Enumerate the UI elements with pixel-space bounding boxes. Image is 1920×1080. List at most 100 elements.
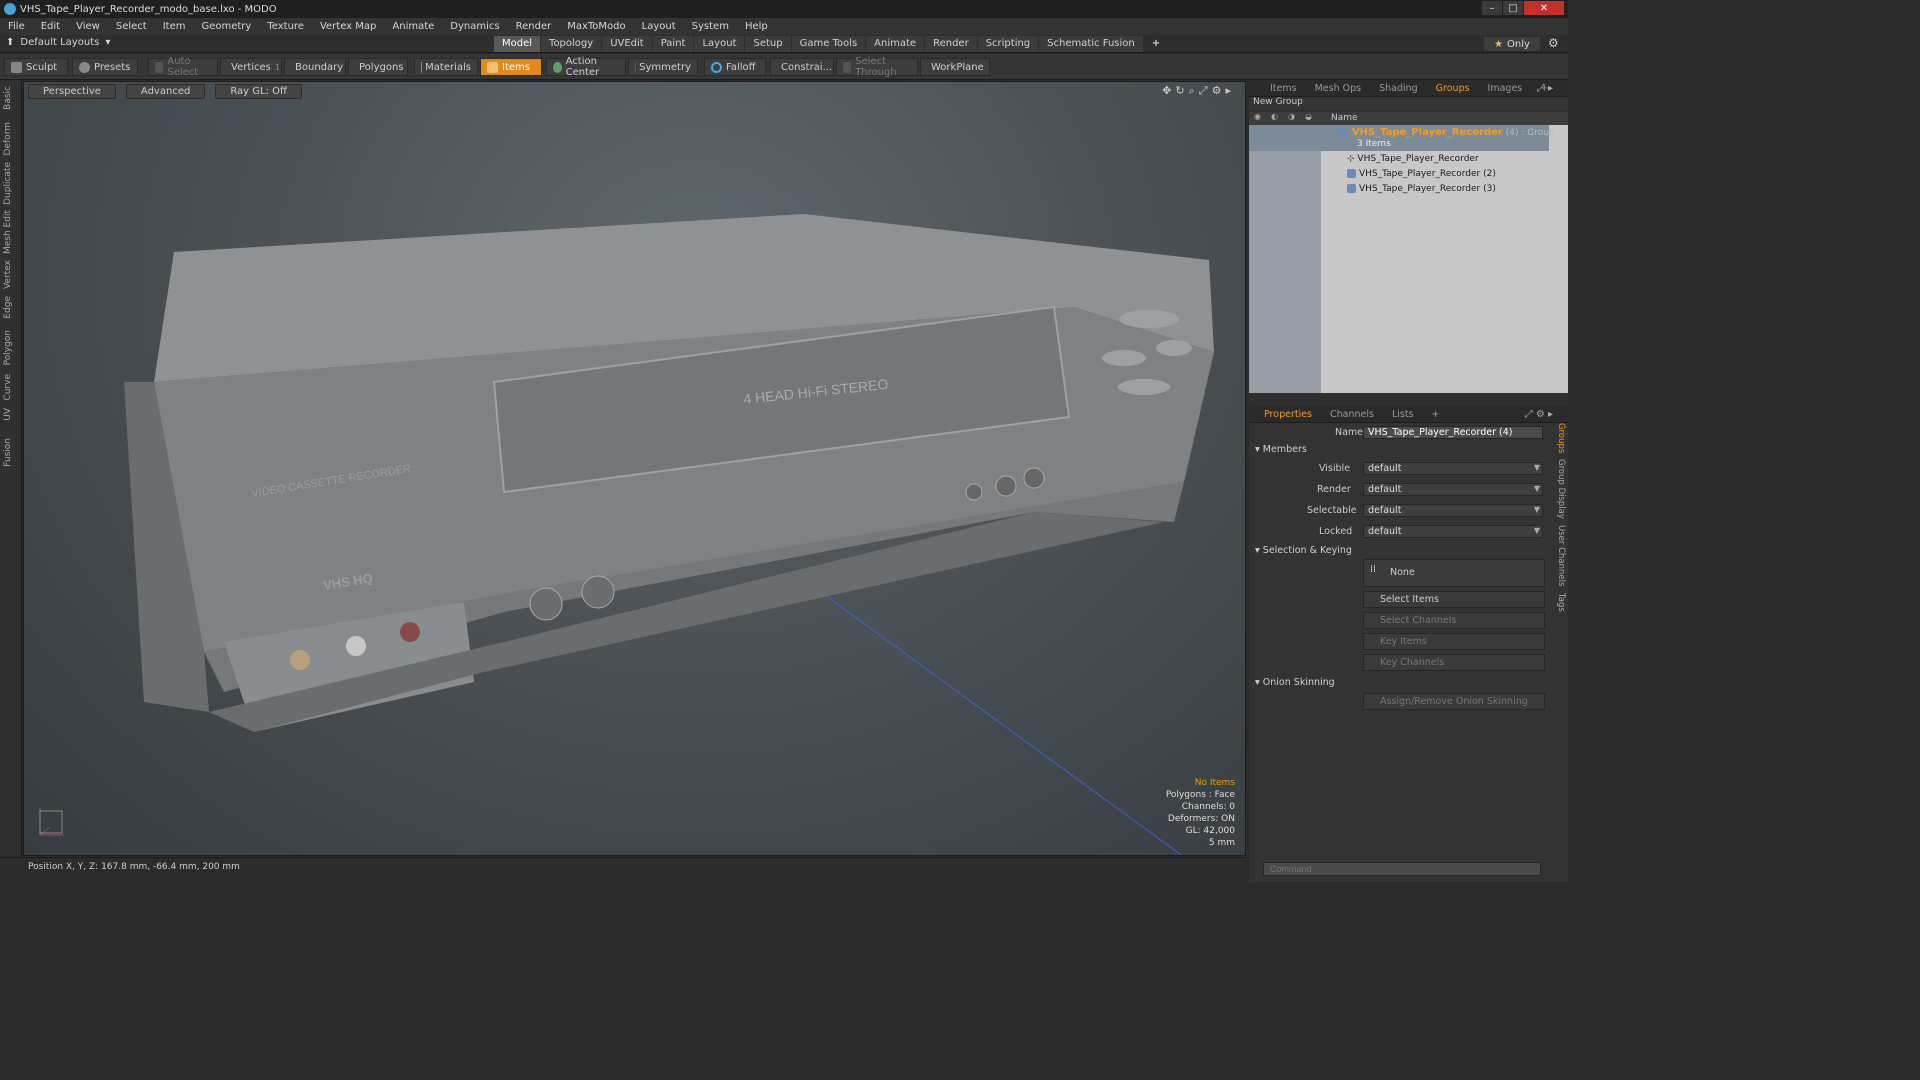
name-column-header[interactable]: Name bbox=[1331, 113, 1358, 123]
tab-schematic-fusion[interactable]: Schematic Fusion bbox=[1039, 36, 1143, 52]
auto-select-button[interactable]: Auto Select bbox=[148, 56, 218, 78]
render-icon[interactable]: ◐ bbox=[1266, 112, 1283, 125]
boundary-button[interactable]: Boundary bbox=[284, 58, 346, 76]
left-tab-deform[interactable]: Deform bbox=[3, 122, 13, 155]
menu-edit[interactable]: Edit bbox=[33, 21, 68, 32]
layout-up-icon[interactable]: ⬆ bbox=[6, 37, 14, 48]
minimize-icon[interactable]: – bbox=[1482, 1, 1502, 15]
tab-setup[interactable]: Setup bbox=[745, 36, 791, 52]
vertices-button[interactable]: Vertices 1 bbox=[220, 58, 282, 76]
side-tab-tags[interactable]: Tags bbox=[1552, 593, 1566, 612]
menu-file[interactable]: File bbox=[0, 21, 33, 32]
viewport-gear-icon[interactable]: ⚙ bbox=[1212, 84, 1222, 98]
menu-view[interactable]: View bbox=[68, 21, 108, 32]
tab-layout[interactable]: Layout bbox=[694, 36, 745, 52]
menu-render[interactable]: Render bbox=[508, 21, 560, 32]
tab-images[interactable]: Images bbox=[1479, 83, 1532, 94]
fit-icon[interactable]: ⤢ bbox=[1199, 84, 1208, 98]
select-icon[interactable]: ◑ bbox=[1283, 112, 1300, 125]
tab-animate[interactable]: Animate bbox=[866, 36, 925, 52]
menu-vertex-map[interactable]: Vertex Map bbox=[312, 21, 384, 32]
tab-model[interactable]: Model bbox=[494, 36, 541, 52]
polygons-button[interactable]: Polygons bbox=[348, 58, 408, 76]
left-tab-edge[interactable]: Edge bbox=[3, 296, 13, 319]
new-group-button[interactable]: New Group bbox=[1249, 97, 1568, 110]
presets-button[interactable]: Presets bbox=[72, 58, 138, 76]
group-row[interactable]: VHS_Tape_Player_Recorder (4) : Group bbox=[1337, 127, 1555, 138]
menu-dynamics[interactable]: Dynamics bbox=[442, 21, 507, 32]
workplane-button[interactable]: WorkPlane bbox=[920, 58, 990, 76]
constraints-button[interactable]: Constrai... bbox=[770, 58, 834, 76]
left-tab-basic[interactable]: Basic bbox=[3, 86, 13, 110]
tab-groups[interactable]: Groups bbox=[1427, 83, 1479, 94]
onion-skinning-button[interactable]: Assign/Remove Onion Skinning bbox=[1363, 693, 1545, 710]
layout-dropdown[interactable]: ⬆ Default Layouts ▾ bbox=[6, 37, 110, 48]
render-dropdown[interactable]: default ▼ bbox=[1363, 483, 1543, 496]
3d-viewport[interactable]: Perspective Advanced Ray GL: Off ✥ ↻ ⌕ ⤢… bbox=[23, 81, 1246, 856]
none-button[interactable]: ⁞⁞ None bbox=[1363, 559, 1545, 587]
tab-topology[interactable]: Topology bbox=[541, 36, 602, 52]
lock-icon[interactable]: ◒ bbox=[1300, 112, 1317, 125]
menu-layout[interactable]: Layout bbox=[634, 21, 684, 32]
props-expand-icon[interactable]: ⤢ ⚙ ▸ bbox=[1516, 409, 1562, 420]
left-tab-uv[interactable]: UV bbox=[3, 408, 13, 421]
tree-item-2[interactable]: VHS_Tape_Player_Recorder (2) bbox=[1347, 169, 1496, 179]
menu-system[interactable]: System bbox=[684, 21, 737, 32]
side-tab-group-display[interactable]: Group Display bbox=[1552, 459, 1566, 519]
materials-button[interactable]: Materials bbox=[414, 58, 478, 76]
gear-icon[interactable]: ⚙ bbox=[1548, 36, 1559, 50]
left-tab-vertex[interactable]: Vertex bbox=[3, 260, 13, 289]
menu-animate[interactable]: Animate bbox=[384, 21, 442, 32]
select-items-button[interactable]: Select Items bbox=[1363, 591, 1545, 608]
menu-texture[interactable]: Texture bbox=[259, 21, 312, 32]
onion-skinning-section[interactable]: ▾ Onion Skinning bbox=[1255, 677, 1335, 688]
tree-item-1[interactable]: ⊹ VHS_Tape_Player_Recorder bbox=[1347, 154, 1479, 164]
menu-help[interactable]: Help bbox=[737, 21, 776, 32]
pan-icon[interactable]: ✥ bbox=[1162, 84, 1171, 98]
rotate-icon[interactable]: ↻ bbox=[1175, 84, 1184, 98]
members-section[interactable]: ▾ Members bbox=[1255, 444, 1307, 455]
only-button[interactable]: ★ Only bbox=[1484, 37, 1540, 51]
tab-lists[interactable]: Lists bbox=[1383, 409, 1423, 420]
menu-select[interactable]: Select bbox=[108, 21, 155, 32]
advanced-button[interactable]: Advanced bbox=[125, 84, 206, 99]
command-input[interactable] bbox=[1263, 862, 1541, 876]
menu-geometry[interactable]: Geometry bbox=[193, 21, 259, 32]
left-tab-polygon[interactable]: Polygon bbox=[3, 330, 13, 365]
close-icon[interactable]: ✕ bbox=[1524, 1, 1564, 15]
left-tab-curve[interactable]: Curve bbox=[3, 374, 13, 401]
tab-scripting[interactable]: Scripting bbox=[977, 36, 1039, 52]
name-field[interactable]: VHS_Tape_Player_Recorder (4) bbox=[1363, 426, 1543, 439]
tab-render[interactable]: Render bbox=[925, 36, 977, 52]
perspective-button[interactable]: Perspective bbox=[28, 84, 116, 99]
selectable-dropdown[interactable]: default ▼ bbox=[1363, 504, 1543, 517]
visible-dropdown[interactable]: default ▼ bbox=[1363, 462, 1543, 475]
tab-game-tools[interactable]: Game Tools bbox=[791, 36, 866, 52]
side-tab-groups[interactable]: Groups bbox=[1552, 423, 1566, 453]
sculpt-button[interactable]: Sculpt bbox=[4, 58, 68, 76]
tab-channels[interactable]: Channels bbox=[1321, 409, 1383, 420]
tab-properties[interactable]: Properties bbox=[1255, 409, 1321, 420]
ray-gl-button[interactable]: Ray GL: Off bbox=[215, 84, 302, 99]
key-items-button[interactable]: Key Items bbox=[1363, 633, 1545, 650]
tab-uvedit[interactable]: UVEdit bbox=[602, 36, 652, 52]
items-button[interactable]: Items bbox=[480, 58, 542, 76]
left-tab-fusion[interactable]: Fusion bbox=[3, 438, 13, 467]
left-tab-mesh-edit[interactable]: Mesh Edit bbox=[3, 210, 13, 254]
menu-item[interactable]: Item bbox=[155, 21, 194, 32]
visibility-icon[interactable]: ◉ bbox=[1249, 112, 1266, 125]
tree-item-3[interactable]: VHS_Tape_Player_Recorder (3) bbox=[1347, 184, 1496, 194]
key-channels-button[interactable]: Key Channels bbox=[1363, 654, 1545, 671]
tab-paint[interactable]: Paint bbox=[652, 36, 694, 52]
tab-mesh-ops[interactable]: Mesh Ops bbox=[1306, 83, 1371, 94]
action-center-button[interactable]: Action Center bbox=[546, 56, 626, 78]
locked-dropdown[interactable]: default ▼ bbox=[1363, 525, 1543, 538]
tab-shading[interactable]: Shading bbox=[1370, 83, 1427, 94]
zoom-icon[interactable]: ⌕ bbox=[1189, 84, 1195, 98]
add-props-tab-icon[interactable]: + bbox=[1423, 409, 1449, 420]
add-tab-icon[interactable]: + bbox=[1144, 36, 1168, 52]
viewport-menu-icon[interactable]: ▸ bbox=[1225, 84, 1231, 98]
symmetry-button[interactable]: Symmetry bbox=[628, 58, 698, 76]
selection-keying-section[interactable]: ▾ Selection & Keying bbox=[1255, 545, 1352, 556]
panel-expand-icon[interactable]: ⤢ ▸ bbox=[1528, 83, 1562, 94]
